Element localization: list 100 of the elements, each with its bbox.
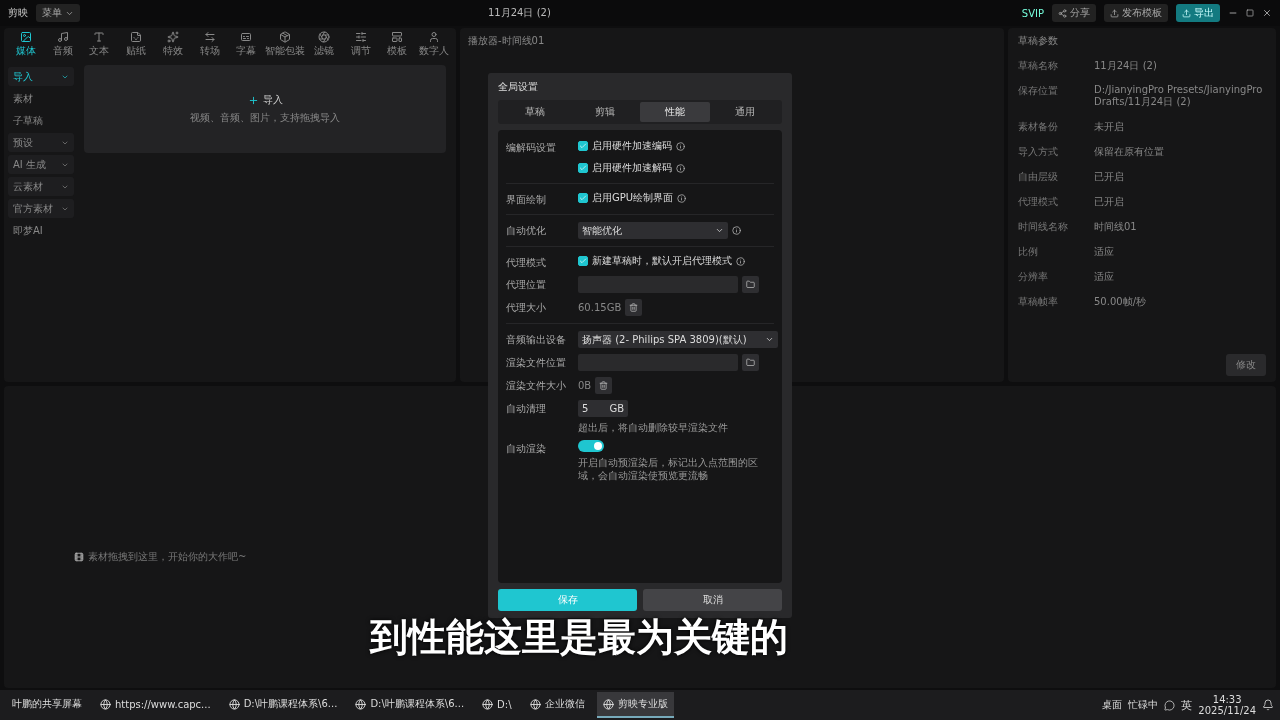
settings-tab[interactable]: 性能 <box>640 102 710 122</box>
taskbar-app[interactable]: D:\叶鹏课程体系\6... <box>349 692 471 718</box>
param-value: 保留在原有位置 <box>1094 145 1164 159</box>
toolbar-tab[interactable]: 音频 <box>44 31 81 58</box>
toolbar-tab[interactable]: 调节 <box>342 31 379 58</box>
taskbar-app[interactable]: https://www.capc... <box>94 692 217 718</box>
settings-tab[interactable]: 剪辑 <box>570 102 640 122</box>
subtitle-caption: 到性能这里是最为关键的 <box>370 614 788 661</box>
person-icon <box>428 31 441 43</box>
sidebar-item[interactable]: 子草稿 <box>8 111 74 130</box>
taskbar-app[interactable]: D:\ <box>476 692 518 718</box>
param-value: 50.00帧/秒 <box>1094 295 1146 309</box>
param-value: 已开启 <box>1094 195 1124 209</box>
import-area[interactable]: 导入 视频、音频、图片，支持拖拽导入 <box>84 65 446 153</box>
close-icon[interactable] <box>1262 8 1272 18</box>
setting-label: 音频输出设备 <box>506 333 567 347</box>
folder-button[interactable] <box>742 354 759 371</box>
app-logo: 剪映 <box>8 6 28 20</box>
toolbar-tab[interactable]: 媒体 <box>8 31 44 58</box>
param-label: 导入方式 <box>1018 145 1059 159</box>
setting-label: 界面绘制 <box>506 193 547 207</box>
toolbar-tab[interactable]: 特效 <box>154 31 191 58</box>
notification-icon[interactable] <box>1262 699 1274 711</box>
import-label: 导入 <box>262 93 283 107</box>
sidebar-item[interactable]: AI 生成 <box>8 155 74 174</box>
clear-button[interactable] <box>625 299 643 316</box>
toolbar-tab[interactable]: 数字人 <box>416 31 453 58</box>
toolbar-tab[interactable]: 滤镜 <box>306 31 342 58</box>
folder-icon <box>746 280 755 289</box>
taskbar-app[interactable]: 企业微信 <box>523 692 591 718</box>
checkbox-label: 启用GPU绘制界面 <box>592 191 674 205</box>
checkbox-label: 新建草稿时，默认开启代理模式 <box>592 254 732 268</box>
param-label: 自由层级 <box>1018 170 1059 184</box>
sidebar-item[interactable]: 导入 <box>8 67 74 86</box>
trash-icon <box>629 303 639 312</box>
taskbar-app[interactable]: 剪映专业版 <box>596 692 674 718</box>
settings-tab[interactable]: 通用 <box>710 102 780 122</box>
sidebar-item[interactable]: 预设 <box>8 133 74 152</box>
param-label: 比例 <box>1018 245 1039 259</box>
share-button[interactable]: 分享 <box>1052 4 1096 22</box>
publish-button[interactable]: 发布模板 <box>1104 4 1168 22</box>
toolbar-tab[interactable]: 贴纸 <box>118 31 154 58</box>
chat-icon[interactable] <box>1164 699 1176 711</box>
svip-label: SVIP <box>1021 7 1044 19</box>
export-button[interactable]: 导出 <box>1176 4 1220 22</box>
cancel-button[interactable]: 取消 <box>643 589 782 611</box>
status-label: 忙碌中 <box>1128 698 1159 712</box>
size-value: 0B <box>578 380 592 391</box>
menu-button[interactable]: 菜单 <box>36 4 80 22</box>
checkbox[interactable] <box>578 163 588 173</box>
toolbar-tab[interactable]: 字幕 <box>228 31 265 58</box>
dropdown[interactable]: 智能优化 <box>578 222 728 239</box>
sidebar-item[interactable]: 云素材 <box>8 177 74 196</box>
checkbox[interactable] <box>578 193 588 203</box>
sidebar-item[interactable]: 素材 <box>8 89 74 108</box>
folder-button[interactable] <box>742 276 759 293</box>
package-icon <box>279 31 292 43</box>
hint-text: 超出后，将自动删除较早渲染文件 <box>578 421 729 434</box>
sidebar-item[interactable]: 即梦AI <box>8 221 74 240</box>
amount-field[interactable]: 5 GB <box>578 400 628 417</box>
taskbar-app[interactable]: 叶鹏的共享屏幕 <box>6 692 88 718</box>
edit-button[interactable]: 修改 <box>1226 354 1266 376</box>
setting-label: 代理大小 <box>506 301 547 315</box>
globe-icon <box>228 698 240 710</box>
caret-icon <box>715 226 724 235</box>
project-title: 11月24日 (2) <box>488 6 551 20</box>
param-label: 时间线名称 <box>1018 220 1069 234</box>
param-value: 适应 <box>1094 245 1114 259</box>
toolbar-tab[interactable]: 智能包装 <box>265 31 306 58</box>
param-label: 素材备份 <box>1018 120 1059 134</box>
film-icon <box>74 552 84 562</box>
taskbar-app[interactable]: D:\叶鹏课程体系\6... <box>222 692 344 718</box>
setting-label: 渲染文件大小 <box>506 379 567 393</box>
toolbar-tab[interactable]: 文本 <box>81 31 118 58</box>
param-label: 草稿帧率 <box>1018 295 1059 309</box>
toggle-switch[interactable] <box>578 440 604 452</box>
clock-time: 14:33 <box>1212 694 1242 705</box>
hint-text: 开启自动预渲染后，标记出入点范围的区域，会自动渲染使预览更流畅 <box>578 456 759 482</box>
panel-title: 草稿参数 <box>1018 34 1059 48</box>
text-icon <box>93 31 106 43</box>
dropdown[interactable]: 扬声器 (2- Philips SPA 3809)(默认) <box>578 331 778 348</box>
globe-icon <box>355 698 367 710</box>
clear-button[interactable] <box>595 377 613 394</box>
setting-label: 编解码设置 <box>506 141 557 155</box>
caret-icon <box>765 335 774 344</box>
toolbar-tab[interactable]: 模板 <box>379 31 416 58</box>
sparkles-icon <box>166 31 179 43</box>
folder-icon <box>746 358 755 367</box>
info-icon <box>676 141 685 151</box>
checkbox[interactable] <box>578 256 588 266</box>
maximize-icon[interactable] <box>1246 9 1254 17</box>
globe-icon <box>529 698 541 710</box>
globe-icon <box>602 698 614 710</box>
upload-icon <box>1110 8 1119 18</box>
toolbar-tab[interactable]: 转场 <box>191 31 228 58</box>
checkbox[interactable] <box>578 141 588 151</box>
sidebar-item[interactable]: 官方素材 <box>8 199 74 218</box>
settings-tab[interactable]: 草稿 <box>500 102 570 122</box>
globe-icon <box>482 698 494 710</box>
setting-label: 自动优化 <box>506 224 547 238</box>
